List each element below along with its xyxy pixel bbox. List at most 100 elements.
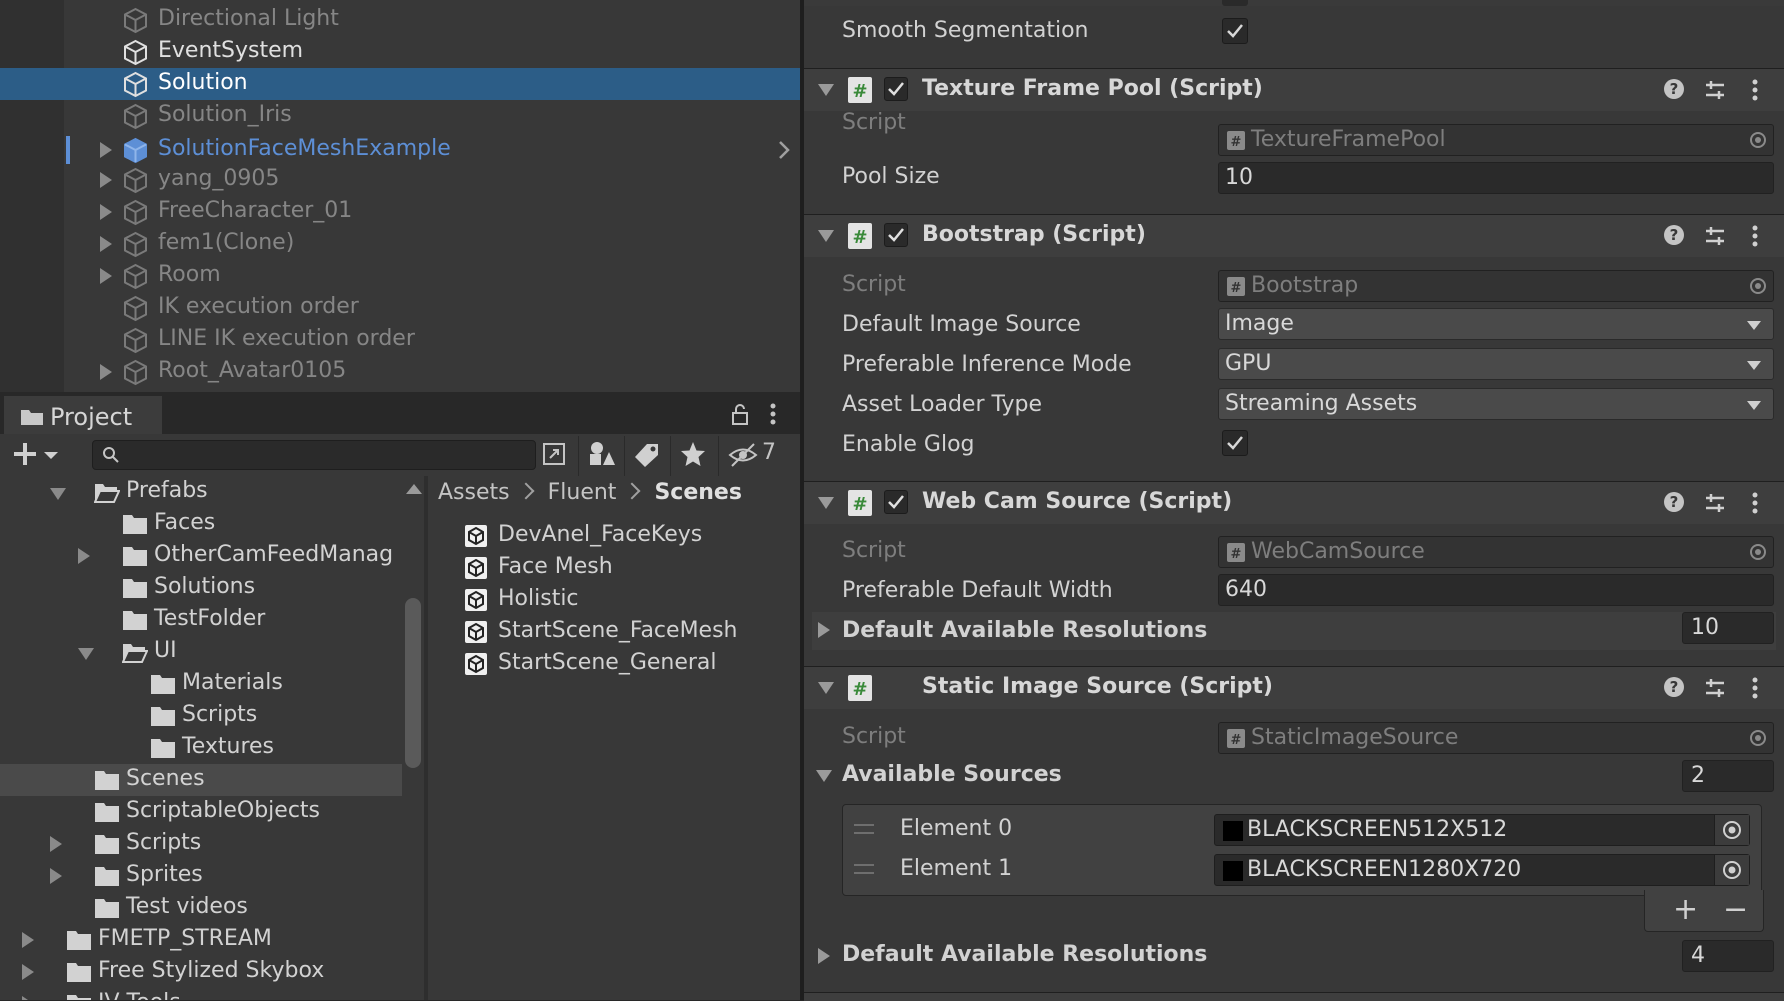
add-asset-button[interactable] bbox=[14, 442, 64, 466]
script-field[interactable]: # WebCamSource bbox=[1218, 536, 1774, 568]
foldout-arrow-icon[interactable] bbox=[818, 682, 834, 694]
lock-icon[interactable] bbox=[730, 402, 750, 426]
array-size-input[interactable]: 4 bbox=[1682, 940, 1774, 972]
foldout-arrow-icon[interactable] bbox=[818, 497, 834, 509]
script-field[interactable]: # StaticImageSource bbox=[1218, 722, 1774, 754]
folder-tree-item[interactable]: Free Stylized Skybox bbox=[0, 956, 402, 988]
favorites-star-icon[interactable] bbox=[680, 441, 706, 467]
folder-tree-item[interactable]: OtherCamFeedManag bbox=[0, 540, 402, 572]
help-icon[interactable]: ? bbox=[1664, 677, 1684, 697]
folder-tree-item[interactable]: Faces bbox=[0, 508, 402, 540]
search-by-scene-icon[interactable] bbox=[542, 442, 568, 468]
folder-tree-item[interactable]: FMETP_STREAM bbox=[0, 924, 402, 956]
foldout-arrow-icon[interactable] bbox=[816, 770, 832, 782]
help-icon[interactable]: ? bbox=[1664, 79, 1684, 99]
bootstrap-header[interactable]: # Bootstrap (Script) ? bbox=[804, 214, 1784, 257]
expand-arrow-icon[interactable] bbox=[100, 142, 112, 158]
component-menu-icon[interactable] bbox=[1744, 78, 1766, 102]
expand-arrow-icon[interactable] bbox=[22, 996, 34, 1000]
expand-arrow-icon[interactable] bbox=[100, 204, 112, 220]
folder-tree-item[interactable]: Scenes bbox=[0, 764, 402, 796]
folder-tree-item[interactable]: Solutions bbox=[0, 572, 402, 604]
add-element-button[interactable]: + bbox=[1673, 892, 1698, 927]
folder-tree-scroll-thumb[interactable] bbox=[405, 598, 421, 768]
folder-tree-item[interactable]: IV Tools bbox=[0, 988, 402, 1000]
static-image-source-header[interactable]: # Static Image Source (Script) ? bbox=[804, 666, 1784, 709]
folder-tree-item[interactable]: UI bbox=[0, 636, 402, 668]
foldout-arrow-icon[interactable] bbox=[818, 948, 830, 964]
presets-icon[interactable] bbox=[1704, 677, 1726, 699]
expand-arrow-icon[interactable] bbox=[22, 932, 34, 948]
folder-tree-item[interactable]: TestFolder bbox=[0, 604, 402, 636]
help-icon[interactable]: ? bbox=[1664, 492, 1684, 512]
folder-tree-item[interactable]: Textures bbox=[0, 732, 402, 764]
project-search-input[interactable] bbox=[92, 440, 536, 470]
foldout-arrow-icon[interactable] bbox=[818, 230, 834, 242]
collapse-arrow-icon[interactable] bbox=[50, 488, 66, 500]
folder-tree-item[interactable]: Sprites bbox=[0, 860, 402, 892]
smooth-segmentation-toggle[interactable] bbox=[1222, 18, 1248, 44]
folder-tree-item[interactable]: Scripts bbox=[0, 828, 402, 860]
array-size-input[interactable]: 10 bbox=[1682, 612, 1774, 644]
object-picker-icon[interactable] bbox=[1749, 277, 1767, 295]
presets-icon[interactable] bbox=[1704, 79, 1726, 101]
component-enabled-checkbox[interactable] bbox=[884, 77, 908, 101]
array-size-input[interactable]: 2 bbox=[1682, 760, 1774, 792]
hierarchy-item[interactable]: SolutionFaceMeshExample bbox=[0, 134, 800, 166]
preferable-default-width-input[interactable]: 640 bbox=[1218, 574, 1774, 606]
previous-property-toggle[interactable] bbox=[1222, 0, 1248, 6]
folder-tree-item[interactable]: Prefabs bbox=[0, 476, 402, 508]
drag-handle-icon[interactable] bbox=[854, 824, 874, 834]
texture-object-field[interactable]: BLACKSCREEN512X512 bbox=[1214, 814, 1750, 846]
hidden-packages-icon[interactable] bbox=[728, 442, 762, 468]
expand-arrow-icon[interactable] bbox=[78, 548, 90, 564]
folder-tree-item[interactable]: Test videos bbox=[0, 892, 402, 924]
filter-by-label-icon[interactable] bbox=[634, 442, 660, 468]
breadcrumb-item[interactable]: Fluent bbox=[548, 480, 617, 505]
hierarchy-item[interactable]: IK execution order bbox=[0, 292, 800, 324]
folder-tree-item[interactable]: Scripts bbox=[0, 700, 402, 732]
hierarchy-item[interactable]: EventSystem bbox=[0, 36, 800, 68]
breadcrumb-item[interactable]: Scenes bbox=[654, 480, 741, 505]
hierarchy-item[interactable]: LINE IK execution order bbox=[0, 324, 800, 356]
presets-icon[interactable] bbox=[1704, 492, 1726, 514]
scroll-up-arrow-icon[interactable] bbox=[406, 484, 422, 494]
hierarchy-item[interactable]: fem1(Clone) bbox=[0, 228, 800, 260]
collapse-arrow-icon[interactable] bbox=[78, 648, 94, 660]
object-picker-icon[interactable] bbox=[1749, 131, 1767, 149]
object-picker-icon[interactable] bbox=[1749, 543, 1767, 561]
hierarchy-item[interactable]: Room bbox=[0, 260, 800, 292]
expand-arrow-icon[interactable] bbox=[100, 364, 112, 380]
foldout-arrow-icon[interactable] bbox=[818, 622, 830, 638]
texture-frame-pool-header[interactable]: # Texture Frame Pool (Script) ? bbox=[804, 68, 1784, 111]
remove-element-button[interactable]: − bbox=[1723, 892, 1748, 927]
expand-arrow-icon[interactable] bbox=[100, 236, 112, 252]
component-enabled-checkbox[interactable] bbox=[884, 490, 908, 514]
hierarchy-item[interactable]: yang_0905 bbox=[0, 164, 800, 196]
component-menu-icon[interactable] bbox=[1744, 676, 1766, 700]
help-icon[interactable]: ? bbox=[1664, 225, 1684, 245]
more-options-icon[interactable] bbox=[768, 402, 778, 426]
object-picker-button[interactable] bbox=[1714, 855, 1749, 885]
expand-arrow-icon[interactable] bbox=[100, 268, 112, 284]
expand-arrow-icon[interactable] bbox=[50, 868, 62, 884]
object-picker-button[interactable] bbox=[1714, 815, 1749, 845]
component-menu-icon[interactable] bbox=[1744, 224, 1766, 248]
asset-loader-type-dropdown[interactable]: Streaming Assets bbox=[1218, 388, 1774, 420]
foldout-arrow-icon[interactable] bbox=[818, 84, 834, 96]
presets-icon[interactable] bbox=[1704, 225, 1726, 247]
texture-object-field[interactable]: BLACKSCREEN1280X720 bbox=[1214, 854, 1750, 886]
hierarchy-item[interactable]: Solution_Iris bbox=[0, 100, 800, 132]
expand-arrow-icon[interactable] bbox=[22, 964, 34, 980]
folder-tree-item[interactable]: Materials bbox=[0, 668, 402, 700]
script-field[interactable]: # TextureFramePool bbox=[1218, 124, 1774, 156]
hierarchy-item[interactable]: Directional Light bbox=[0, 4, 800, 36]
drag-handle-icon[interactable] bbox=[854, 864, 874, 874]
tab-project[interactable]: Project bbox=[4, 396, 162, 436]
breadcrumb-item[interactable]: Assets bbox=[438, 480, 510, 505]
enable-glog-toggle[interactable] bbox=[1222, 430, 1248, 456]
filter-by-type-icon[interactable] bbox=[588, 440, 616, 468]
pool-size-input[interactable]: 10 bbox=[1218, 162, 1774, 194]
expand-arrow-icon[interactable] bbox=[100, 172, 112, 188]
folder-tree-item[interactable]: ScriptableObjects bbox=[0, 796, 402, 828]
